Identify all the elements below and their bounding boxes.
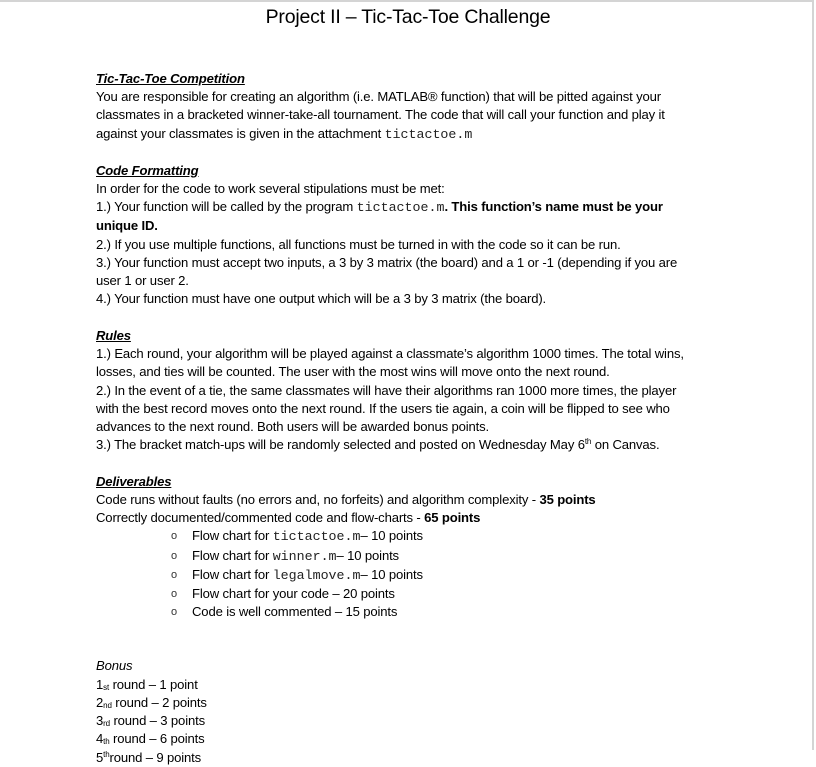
round-points: round – 2 points xyxy=(111,694,207,710)
heading-competition: Tic-Tac-Toe Competition xyxy=(96,71,245,86)
deliverables-list: o Flow chart for tictactoe.m– 10 points o… xyxy=(96,527,736,621)
code-filename: winner.m xyxy=(272,548,337,564)
list-item: o Flow chart for tictactoe.m– 10 points xyxy=(96,527,736,546)
rules-item-2-cont-2: advances to the next round. Both users w… xyxy=(96,418,490,434)
list-item: o Flow chart for legalmove.m– 10 points xyxy=(96,566,736,585)
heading-code-formatting: Code Formatting xyxy=(96,162,199,178)
code-formatting-item-2: 2.) If you use multiple functions, all f… xyxy=(96,236,621,252)
section-competition: Tic-Tac-Toe Competition You are responsi… xyxy=(96,70,736,144)
list-item-points: – 10 points xyxy=(360,528,423,544)
competition-line-3: against your classmates is given in the … xyxy=(96,125,736,144)
round-points: round – 1 point xyxy=(109,676,198,692)
heading-deliverables: Deliverables xyxy=(96,473,172,489)
points-value: 35 points xyxy=(539,492,596,508)
list-item-points: – 10 points xyxy=(336,547,400,563)
rules-item-3-suffix: on Canvas. xyxy=(591,437,660,453)
code-formatting-item-1-cont: unique ID. xyxy=(96,218,158,234)
item-1-bold: . This function’s name must be your xyxy=(444,199,663,215)
list-item-text: Flow chart for xyxy=(192,528,273,544)
round-points: round – 3 points xyxy=(109,713,205,729)
list-item-text: Flow chart for xyxy=(192,547,273,563)
section-code-formatting: Code Formatting In order for the code to… xyxy=(96,162,736,309)
round-points: round – 6 points xyxy=(109,731,205,747)
deliverables-line-1-text: Code runs without faults (no errors and,… xyxy=(96,492,540,508)
code-filename: legalmove.m xyxy=(272,567,361,583)
list-item-text: Code is well commented – 15 points xyxy=(192,604,398,620)
rules-item-1-cont: losses, and ties will be counted. The us… xyxy=(96,364,610,380)
heading-bonus: Bonus xyxy=(96,658,133,674)
item-1-text: 1.) Your function will be called by the … xyxy=(96,199,357,215)
bonus-round: 4th round – 6 points xyxy=(96,730,736,748)
bonus-round: 3rd round – 3 points xyxy=(96,712,736,730)
rules-item-2-cont: with the best record moves onto the next… xyxy=(96,400,670,416)
bonus-round: 5thround – 9 points xyxy=(96,749,736,767)
round-points: round – 9 points xyxy=(109,749,202,765)
ordinal-suffix: nd xyxy=(103,700,112,710)
competition-line-3-text: against your classmates is given in the … xyxy=(96,125,385,141)
deliverables-line-1: Code runs without faults (no errors and,… xyxy=(96,491,736,509)
points-value: 65 points xyxy=(424,510,481,526)
rules-item-1: 1.) Each round, your algorithm will be p… xyxy=(96,346,684,362)
section-rules: Rules 1.) Each round, your algorithm wil… xyxy=(96,327,736,454)
code-formatting-item-3: 3.) Your function must accept two inputs… xyxy=(96,254,678,270)
competition-line-1: You are responsible for creating an algo… xyxy=(96,89,661,105)
rules-item-3: 3.) The bracket match-ups will be random… xyxy=(96,436,736,454)
competition-line-2: classmates in a bracketed winner-take-al… xyxy=(96,107,665,123)
section-bonus: Bonus 1st round – 1 point 2nd round – 2 … xyxy=(96,657,736,766)
code-formatting-intro: In order for the code to work several st… xyxy=(96,181,445,197)
code-filename: tictactoe.m xyxy=(356,200,445,216)
deliverables-line-2: Correctly documented/commented code and … xyxy=(96,509,736,527)
hollow-circle-bullet-icon: o xyxy=(171,588,177,601)
heading-rules: Rules xyxy=(96,327,131,343)
code-formatting-item-4: 4.) Your function must have one output w… xyxy=(96,291,547,307)
list-item-text: Flow chart for xyxy=(192,566,273,582)
list-item-text: Flow chart for your code – 20 points xyxy=(192,586,395,602)
hollow-circle-bullet-icon: o xyxy=(171,549,177,562)
section-deliverables: Deliverables Code runs without faults (n… xyxy=(96,473,736,622)
rules-item-3-text: 3.) The bracket match-ups will be random… xyxy=(96,437,585,453)
list-item: o Flow chart for winner.m– 10 points xyxy=(96,547,736,566)
round-number: 5 xyxy=(96,749,104,765)
hollow-circle-bullet-icon: o xyxy=(171,530,177,543)
code-filename: tictactoe.m xyxy=(384,126,473,142)
list-item-points: – 10 points xyxy=(360,566,423,582)
list-item: o Code is well commented – 15 points xyxy=(96,603,736,621)
hollow-circle-bullet-icon: o xyxy=(171,606,177,619)
document-body: Tic-Tac-Toe Competition You are responsi… xyxy=(96,70,736,767)
code-formatting-item-1: 1.) Your function will be called by the … xyxy=(96,198,736,217)
hollow-circle-bullet-icon: o xyxy=(171,568,177,581)
document-title: Project II – Tic-Tac-Toe Challenge xyxy=(265,6,551,28)
bonus-round: 1st round – 1 point xyxy=(96,676,736,694)
ordinal-suffix: rd xyxy=(103,719,110,729)
bonus-round: 2nd round – 2 points xyxy=(96,694,736,712)
rules-item-2: 2.) In the event of a tie, the same clas… xyxy=(96,382,677,398)
list-item: o Flow chart for your code – 20 points xyxy=(96,585,736,603)
deliverables-line-2-text: Correctly documented/commented code and … xyxy=(96,510,425,526)
code-filename: tictactoe.m xyxy=(272,529,361,545)
code-formatting-item-3-cont: user 1 or user 2. xyxy=(96,273,189,289)
